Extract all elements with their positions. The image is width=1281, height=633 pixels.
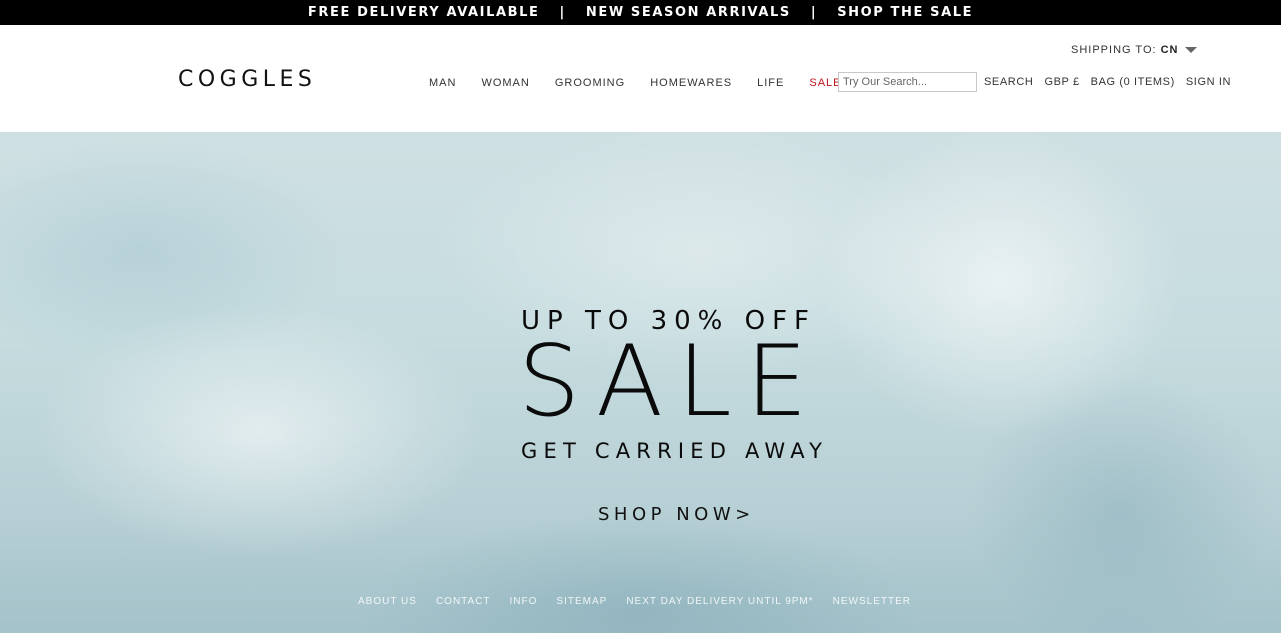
search-input[interactable] bbox=[838, 72, 977, 92]
promo-shop-sale-link[interactable]: SHOP THE SALE bbox=[837, 5, 973, 20]
nav-item-grooming[interactable]: GROOMING bbox=[555, 77, 625, 89]
chevron-down-icon[interactable] bbox=[1185, 47, 1198, 53]
shop-now-button[interactable]: SHOP NOW> bbox=[598, 504, 755, 525]
footer-link-sitemap[interactable]: SITEMAP bbox=[556, 596, 607, 607]
nav-item-life[interactable]: LIFE bbox=[757, 77, 784, 89]
nav-item-homewares[interactable]: HOMEWARES bbox=[650, 77, 732, 89]
nav-item-sale[interactable]: SALE bbox=[809, 77, 841, 89]
utility-nav: SEARCH GBP £ BAG (0 ITEMS) SIGN IN bbox=[984, 76, 1242, 88]
footer-link-about[interactable]: ABOUT US bbox=[358, 596, 417, 607]
search-button[interactable]: SEARCH bbox=[984, 76, 1033, 88]
footer-links: ABOUT US CONTACT INFO SITEMAP NEXT DAY D… bbox=[358, 596, 930, 607]
shipping-country: CN bbox=[1160, 44, 1179, 56]
footer-link-delivery[interactable]: NEXT DAY DELIVERY UNTIL 9PM* bbox=[626, 596, 813, 607]
site-logo[interactable]: COGGLES bbox=[178, 67, 316, 92]
footer-link-info[interactable]: INFO bbox=[510, 596, 538, 607]
hero-banner[interactable]: UP TO 30% OFF SALE GET CARRIED AWAY SHOP… bbox=[0, 132, 1281, 633]
bag-link[interactable]: BAG (0 ITEMS) bbox=[1091, 76, 1175, 88]
footer-link-newsletter[interactable]: NEWSLETTER bbox=[833, 596, 911, 607]
promo-bar: FREE DELIVERY AVAILABLE | NEW SEASON ARR… bbox=[0, 0, 1281, 25]
shipping-selector[interactable]: SHIPPING TO: CN bbox=[1071, 44, 1198, 56]
sign-in-link[interactable]: SIGN IN bbox=[1186, 76, 1231, 88]
main-nav: MAN WOMAN GROOMING HOMEWARES LIFE SALE bbox=[429, 77, 867, 89]
footer-link-contact[interactable]: CONTACT bbox=[436, 596, 491, 607]
currency-selector[interactable]: GBP £ bbox=[1044, 76, 1079, 88]
promo-free-delivery-link[interactable]: FREE DELIVERY AVAILABLE bbox=[308, 5, 540, 20]
nav-item-man[interactable]: MAN bbox=[429, 77, 456, 89]
nav-item-woman[interactable]: WOMAN bbox=[481, 77, 529, 89]
hero-content: UP TO 30% OFF SALE GET CARRIED AWAY SHOP… bbox=[0, 132, 1281, 633]
site-header: COGGLES SHIPPING TO: CN MAN WOMAN GROOMI… bbox=[0, 25, 1281, 132]
promo-separator: | bbox=[559, 5, 566, 20]
promo-new-season-link[interactable]: NEW SEASON ARRIVALS bbox=[586, 5, 791, 20]
shipping-label: SHIPPING TO: bbox=[1071, 44, 1157, 56]
promo-separator: | bbox=[810, 5, 818, 20]
hero-tagline: GET CARRIED AWAY bbox=[521, 439, 829, 463]
hero-title: SALE bbox=[518, 325, 822, 439]
